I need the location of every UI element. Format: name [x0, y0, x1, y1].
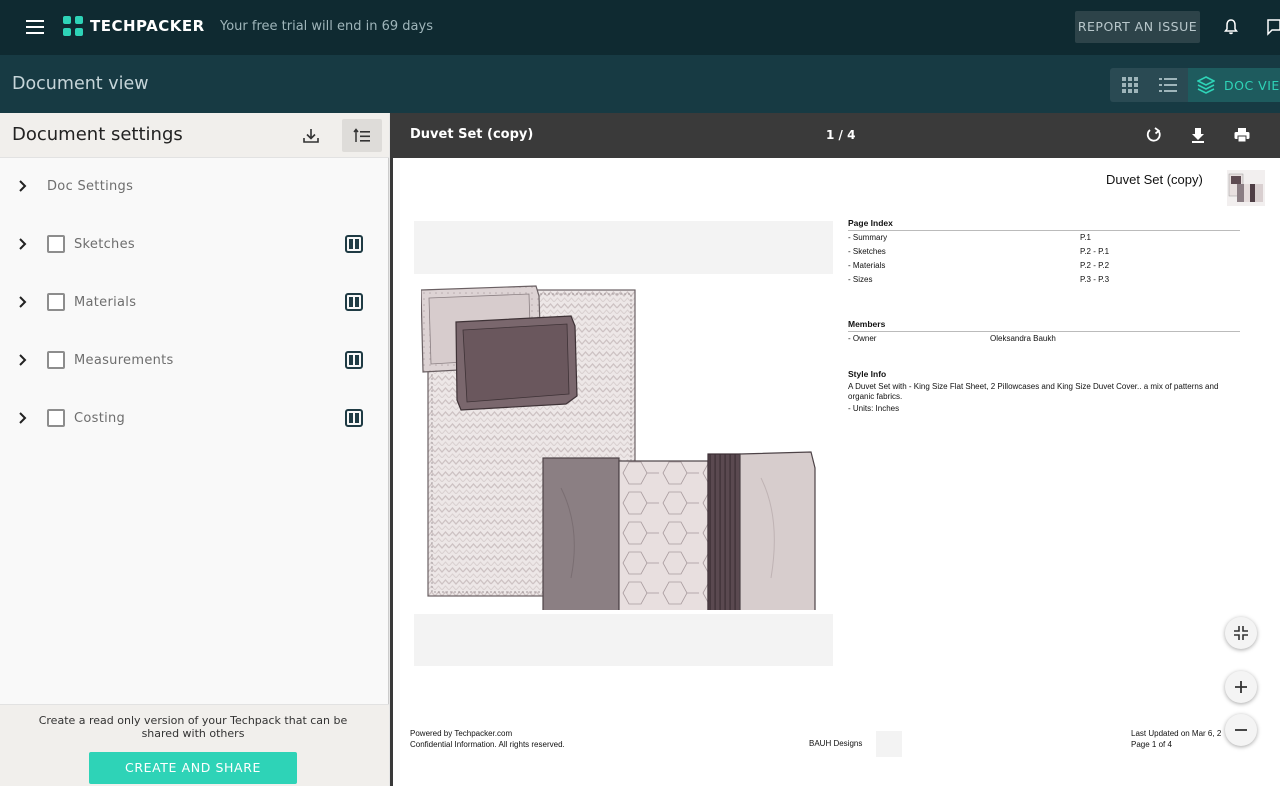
- chevron-right-icon[interactable]: [16, 237, 30, 251]
- section-measurements[interactable]: Measurements: [0, 341, 389, 381]
- document-page: Duvet Set (copy) Page Index - Summary P.…: [393, 158, 1280, 786]
- chevron-right-icon[interactable]: [16, 179, 30, 193]
- settings-title: Document settings: [12, 124, 183, 145]
- create-share-versions-button[interactable]: CREATE AND SHARE VERSIONS: [89, 752, 297, 784]
- chevron-right-icon[interactable]: [16, 295, 30, 309]
- section-materials[interactable]: Materials: [0, 283, 389, 323]
- costing-checkbox[interactable]: [47, 409, 65, 427]
- page-doc-name: Duvet Set (copy): [1106, 172, 1203, 187]
- column-layout-icon[interactable]: [345, 293, 363, 311]
- column-layout-icon[interactable]: [345, 235, 363, 253]
- page-counter: 1 / 4: [826, 128, 856, 142]
- download-settings-icon[interactable]: [298, 123, 324, 149]
- duvet-set-sketch: [421, 285, 816, 610]
- hamburger-menu-icon[interactable]: [22, 14, 50, 40]
- powered-by-text: Powered by Techpacker.com: [410, 729, 513, 738]
- style-units: - Units: Inches: [848, 404, 900, 413]
- grid-view-button[interactable]: [1110, 68, 1148, 102]
- bell-icon[interactable]: [1222, 18, 1240, 36]
- style-info-heading: Style Info: [848, 369, 887, 379]
- top-app-bar: TECHPACKER Your free trial will end in 6…: [0, 0, 1280, 55]
- share-versions-footer: Create a read only version of your Techp…: [0, 704, 389, 786]
- page-title: Document view: [12, 74, 149, 94]
- member-name: Oleksandra Baukh: [990, 334, 1056, 343]
- section-sketches[interactable]: Sketches: [0, 225, 389, 265]
- page-index-heading: Page Index: [848, 218, 1240, 231]
- report-issue-button[interactable]: REPORT AN ISSUE: [1075, 11, 1200, 43]
- column-layout-icon[interactable]: [345, 351, 363, 369]
- sort-icon: [353, 128, 370, 142]
- section-label[interactable]: Materials: [74, 295, 136, 310]
- section-label[interactable]: Costing: [74, 411, 125, 426]
- member-role: - Owner: [848, 334, 877, 343]
- rotate-icon[interactable]: [1145, 126, 1163, 144]
- measurements-checkbox[interactable]: [47, 351, 65, 369]
- settings-header: Document settings: [0, 113, 389, 158]
- grid-icon: [1122, 77, 1138, 93]
- index-pages: P.1: [1080, 233, 1091, 242]
- page-index-row: - Sketches P.2 - P.1: [848, 245, 1240, 259]
- sketch-placeholder-bottom: [414, 614, 833, 666]
- index-name: - Materials: [848, 261, 886, 270]
- document-viewer: Duvet Set (copy) 1 / 4 Duvet Set (copy): [390, 113, 1280, 786]
- minus-icon: [1235, 729, 1247, 731]
- index-name: - Summary: [848, 233, 888, 242]
- last-updated-text: Last Updated on Mar 6, 2: [1131, 729, 1222, 738]
- member-row: - Owner Oleksandra Baukh: [848, 332, 1240, 346]
- chevron-right-icon[interactable]: [16, 411, 30, 425]
- list-icon: [1159, 78, 1177, 92]
- plus-icon: [1235, 681, 1247, 693]
- index-pages: P.2 - P.1: [1080, 247, 1110, 256]
- techpacker-logo-icon: [63, 16, 83, 36]
- page-index-row: - Summary P.1: [848, 231, 1240, 245]
- section-costing[interactable]: Costing: [0, 399, 389, 439]
- section-label[interactable]: Doc Settings: [47, 179, 133, 194]
- trial-notice: Your free trial will end in 69 days: [220, 19, 433, 34]
- company-name: BAUH Designs: [809, 739, 863, 748]
- download-icon[interactable]: [1189, 126, 1207, 144]
- index-name: - Sizes: [848, 275, 873, 284]
- viewer-doc-name: Duvet Set (copy): [410, 127, 534, 142]
- viewer-toolbar: Duvet Set (copy) 1 / 4: [390, 113, 1280, 158]
- print-icon[interactable]: [1233, 126, 1251, 144]
- company-logo-placeholder: [876, 731, 902, 757]
- collapse-icon: [1234, 626, 1248, 640]
- product-thumbnail: [1227, 170, 1265, 206]
- materials-checkbox[interactable]: [47, 293, 65, 311]
- sketch-placeholder-top: [414, 221, 833, 274]
- document-settings-panel: Document settings Doc Settings Sketches …: [0, 113, 389, 786]
- confidential-text: Confidential Information. All rights res…: [410, 740, 565, 749]
- index-pages: P.3 - P.3: [1080, 275, 1110, 284]
- page-index-section: Page Index - Summary P.1 - Sketches P.2 …: [848, 218, 1240, 287]
- view-switcher: DOC VIEW: [1110, 68, 1280, 102]
- layers-icon: [1197, 76, 1215, 94]
- page-index-row: - Sizes P.3 - P.3: [848, 273, 1240, 287]
- app-logo-text[interactable]: TECHPACKER: [90, 17, 205, 35]
- style-description: A Duvet Set with - King Size Flat Sheet,…: [848, 382, 1219, 401]
- members-section: Members - Owner Oleksandra Baukh: [848, 319, 1240, 346]
- sort-order-button[interactable]: [342, 119, 382, 152]
- doc-view-label: DOC VIEW: [1224, 78, 1280, 93]
- share-description: Create a read only version of your Techp…: [38, 714, 348, 740]
- zoom-out-button[interactable]: [1225, 714, 1257, 746]
- column-layout-icon[interactable]: [345, 409, 363, 427]
- sketches-checkbox[interactable]: [47, 235, 65, 253]
- view-header-bar: Document view DOC VIE: [0, 55, 1280, 113]
- index-name: - Sketches: [848, 247, 886, 256]
- doc-view-button[interactable]: DOC VIEW: [1188, 68, 1280, 102]
- page-index-row: - Materials P.2 - P.2: [848, 259, 1240, 273]
- page-footer-left: Powered by Techpacker.com Confidential I…: [410, 728, 565, 750]
- index-pages: P.2 - P.2: [1080, 261, 1110, 270]
- section-label[interactable]: Measurements: [74, 353, 174, 368]
- section-doc-settings[interactable]: Doc Settings: [0, 167, 389, 207]
- chat-icon[interactable]: [1266, 18, 1280, 36]
- list-view-button[interactable]: [1148, 68, 1188, 102]
- fit-screen-button[interactable]: [1225, 617, 1257, 649]
- style-info-section: Style Info A Duvet Set with - King Size …: [848, 369, 1240, 416]
- zoom-in-button[interactable]: [1225, 671, 1257, 703]
- chevron-right-icon[interactable]: [16, 353, 30, 367]
- members-heading: Members: [848, 319, 1240, 332]
- section-label[interactable]: Sketches: [74, 237, 135, 252]
